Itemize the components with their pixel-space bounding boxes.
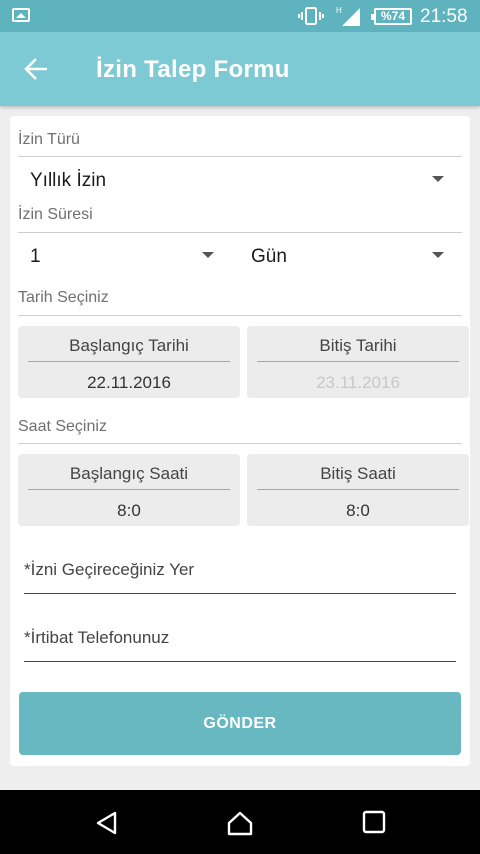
chevron-down-icon (432, 252, 444, 258)
divider (28, 489, 230, 490)
recents-icon[interactable] (362, 810, 386, 834)
location-placeholder: *İzni Geçireceğiniz Yer (24, 560, 195, 579)
leave-type-label: İzin Türü (18, 131, 80, 148)
chevron-down-icon (432, 176, 444, 182)
clock: 21:58 (420, 6, 468, 27)
phone-placeholder: *İrtibat Telefonunuz (24, 628, 170, 647)
divider (257, 361, 459, 362)
duration-label: İzin Süresi (18, 206, 93, 223)
location-input[interactable]: *İzni Geçireceğiniz Yer (24, 554, 456, 594)
image-notification-icon (12, 8, 30, 22)
page-title: İzin Talep Formu (96, 56, 290, 83)
duration-amount-spinner[interactable]: 1 (18, 236, 224, 274)
input-underline (24, 661, 456, 662)
start-time-value: 8:0 (117, 501, 141, 520)
start-date-picker[interactable]: Başlangıç Tarihi 22.11.2016 (18, 326, 240, 398)
divider (18, 156, 462, 157)
app-bar: İzin Talep Formu (0, 32, 480, 106)
end-time-picker[interactable]: Bitiş Saati 8:0 (247, 454, 469, 526)
back-triangle-icon[interactable] (94, 810, 120, 836)
divider (18, 315, 462, 316)
duration-amount-value: 1 (30, 246, 41, 267)
end-date-picker[interactable]: Bitiş Tarihi 23.11.2016 (247, 326, 469, 398)
divider (28, 361, 230, 362)
end-date-value: 23.11.2016 (316, 373, 400, 392)
start-date-title: Başlangıç Tarihi (69, 336, 189, 355)
phone-input[interactable]: *İrtibat Telefonunuz (24, 622, 456, 662)
duration-unit-value: Gün (251, 246, 287, 267)
submit-button[interactable]: GÖNDER (19, 692, 461, 755)
end-time-title: Bitiş Saati (320, 464, 396, 483)
chevron-down-icon (202, 252, 214, 258)
navigation-bar (0, 790, 480, 854)
status-bar: H %74 21:58 (0, 0, 480, 32)
end-time-value: 8:0 (346, 501, 370, 520)
input-underline (24, 593, 456, 594)
arrow-back-icon[interactable] (22, 54, 52, 84)
battery-icon: %74 (371, 8, 412, 25)
end-date-title: Bitiş Tarihi (319, 336, 397, 355)
divider (18, 232, 462, 233)
date-section-label: Tarih Seçiniz (18, 289, 109, 306)
duration-unit-spinner[interactable]: Gün (240, 236, 462, 274)
svg-text:H: H (336, 6, 342, 15)
start-time-title: Başlangıç Saati (69, 464, 189, 483)
leave-type-spinner[interactable]: Yıllık İzin (18, 160, 462, 198)
divider (18, 443, 462, 444)
vibrate-icon (298, 7, 324, 25)
home-icon[interactable] (226, 810, 254, 836)
time-section-label: Saat Seçiniz (18, 418, 107, 435)
divider (257, 489, 459, 490)
leave-type-value: Yıllık İzin (30, 170, 107, 191)
signal-icon: H (336, 6, 360, 26)
start-time-picker[interactable]: Başlangıç Saati 8:0 (18, 454, 240, 526)
leave-request-form: İzin Türü Yıllık İzin İzin Süresi 1 Gün … (10, 116, 470, 766)
start-date-value: 22.11.2016 (87, 373, 171, 392)
